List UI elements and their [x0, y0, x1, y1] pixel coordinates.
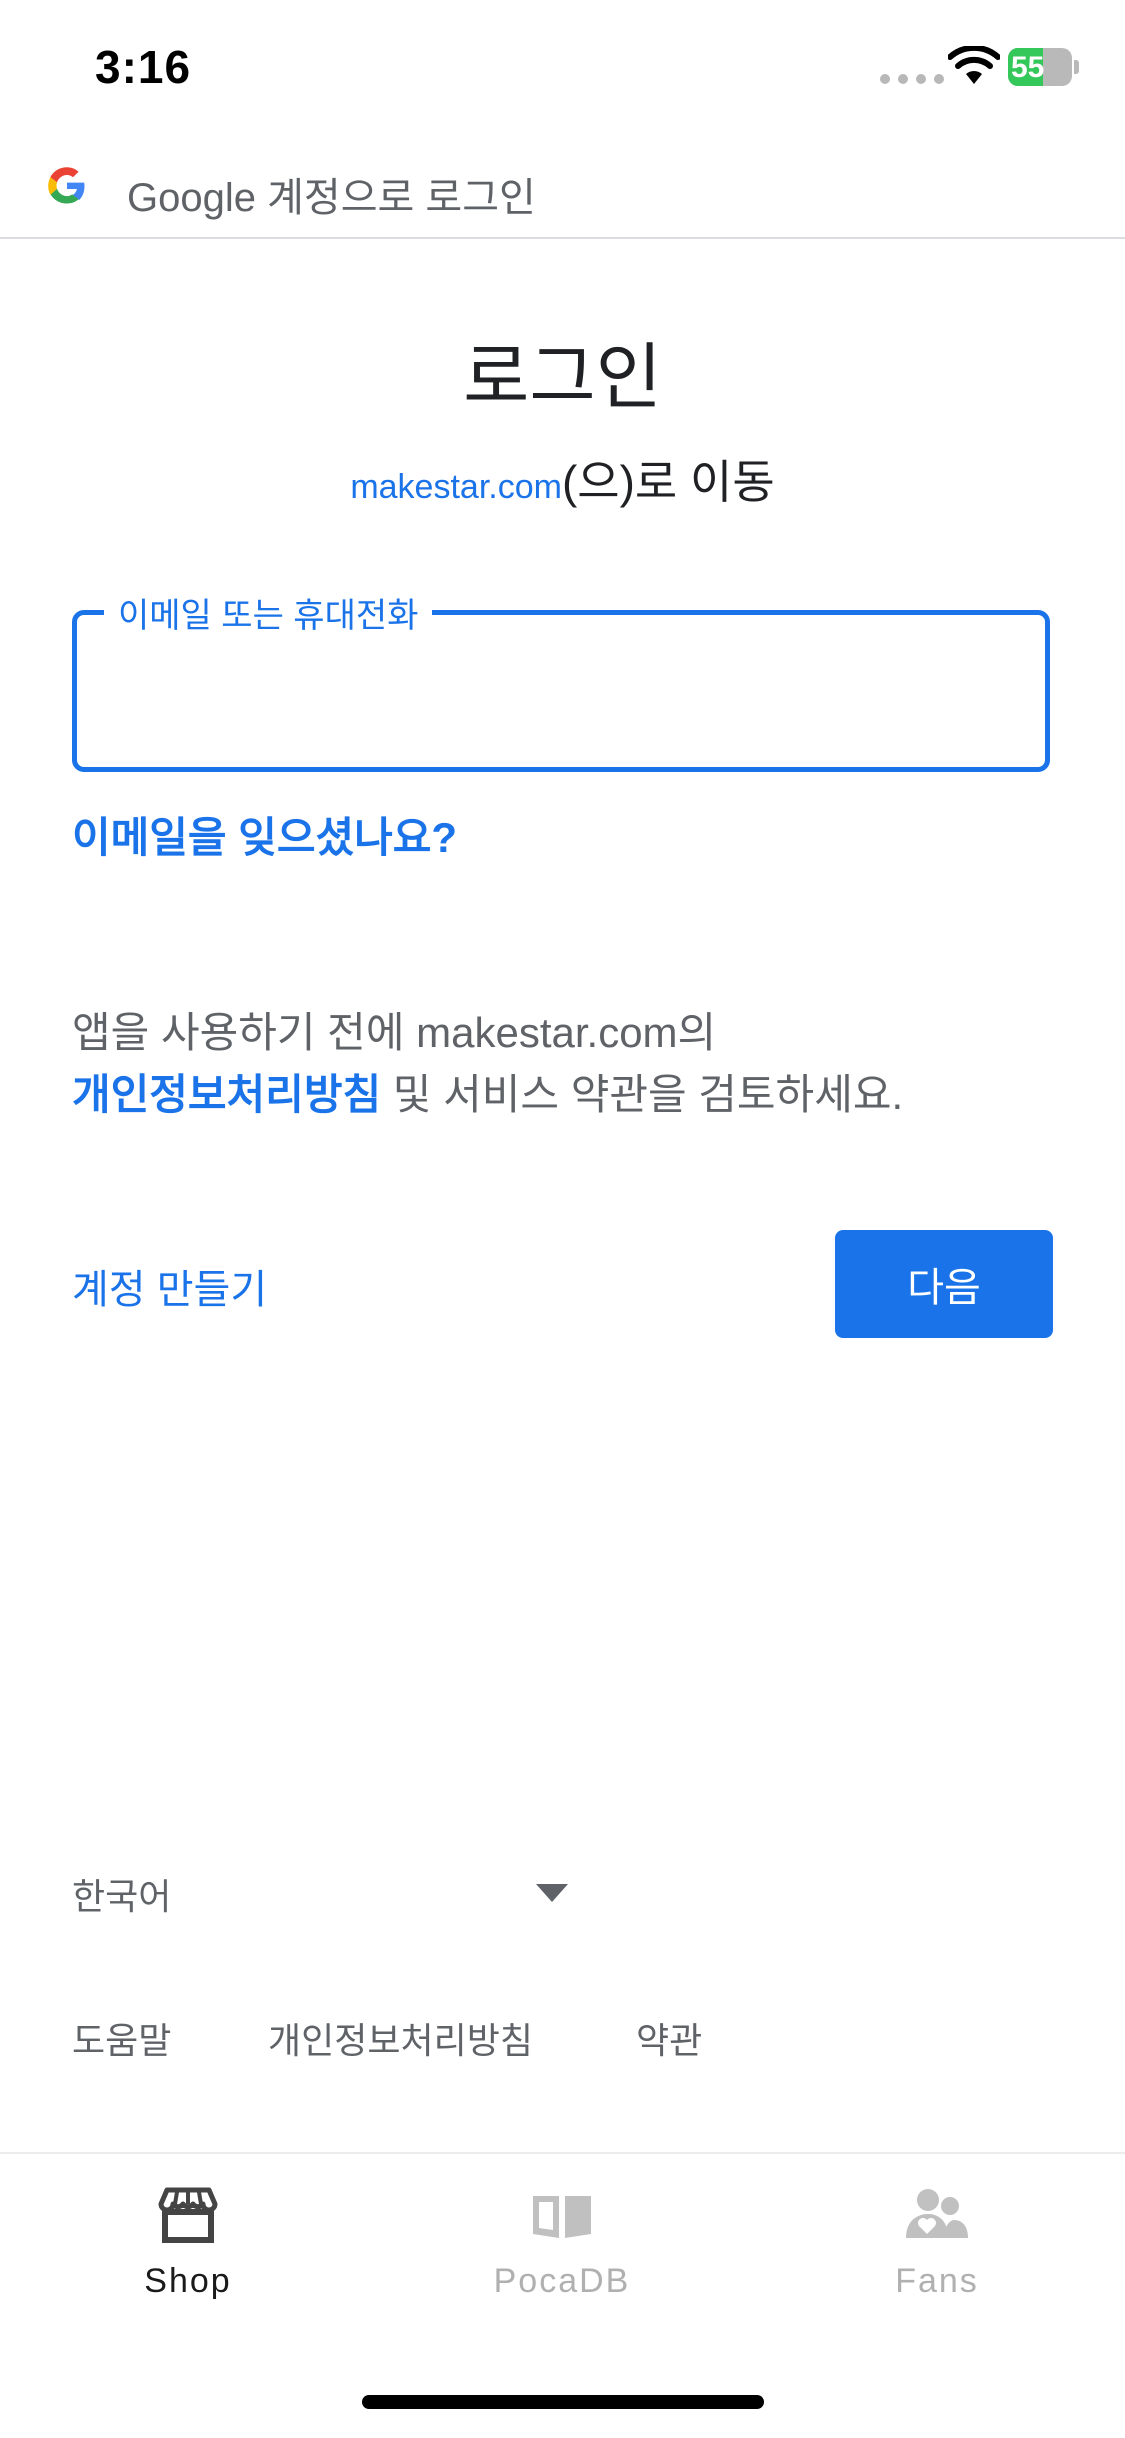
forgot-email-link[interactable]: 이메일을 잊으셨나요?	[72, 804, 457, 865]
language-selector[interactable]: 한국어	[72, 1868, 171, 1920]
create-account-button[interactable]: 계정 만들기	[72, 1257, 267, 1315]
policy-notice: 앱을 사용하기 전에 makestar.com의 개인정보처리방침 및 서비스 …	[72, 1002, 1072, 1126]
tab-shop-label: Shop	[144, 2262, 232, 2300]
footer-privacy-link[interactable]: 개인정보처리방침	[268, 2012, 533, 2064]
tab-shop[interactable]: Shop	[68, 2154, 308, 2301]
help-link[interactable]: 도움말	[72, 2012, 171, 2064]
policy-text-line1: 앱을 사용하기 전에 makestar.com의	[72, 1009, 717, 1056]
next-button[interactable]: 다음	[835, 1230, 1053, 1338]
battery-level: 55	[1011, 51, 1045, 84]
subtitle-domain-link[interactable]: makestar.com	[350, 468, 562, 506]
tab-pocadb[interactable]: PocaDB	[442, 2154, 682, 2301]
subtitle: makestar.com(으)로 이동	[0, 446, 1125, 512]
battery-icon: 55	[1008, 48, 1079, 86]
policy-text-line2: 및 서비스 약관을 검토하세요.	[381, 1071, 904, 1118]
fans-icon	[906, 2189, 968, 2238]
home-indicator[interactable]	[362, 2395, 764, 2409]
cellular-signal-icon	[880, 74, 944, 84]
email-field-label: 이메일 또는 휴대전화	[104, 588, 433, 637]
google-signin-header: Google 계정으로 로그인	[0, 155, 1125, 239]
privacy-policy-link[interactable]: 개인정보처리방침	[72, 1071, 381, 1118]
terms-link[interactable]: 약관	[636, 2012, 702, 2064]
tab-fans[interactable]: Fans	[817, 2154, 1057, 2301]
store-icon	[158, 2187, 218, 2243]
subtitle-text: (으)로 이동	[561, 456, 775, 508]
page-title: 로그인	[463, 338, 662, 418]
status-time: 3:16	[95, 41, 192, 93]
header-title: Google 계정으로 로그인	[127, 176, 536, 220]
tab-pocadb-label: PocaDB	[493, 2262, 631, 2300]
book-icon	[533, 2196, 591, 2238]
tab-fans-label: Fans	[895, 2262, 979, 2300]
wifi-icon	[948, 46, 1000, 84]
google-logo-icon	[48, 167, 85, 204]
dropdown-arrow-icon[interactable]	[536, 1884, 568, 1902]
